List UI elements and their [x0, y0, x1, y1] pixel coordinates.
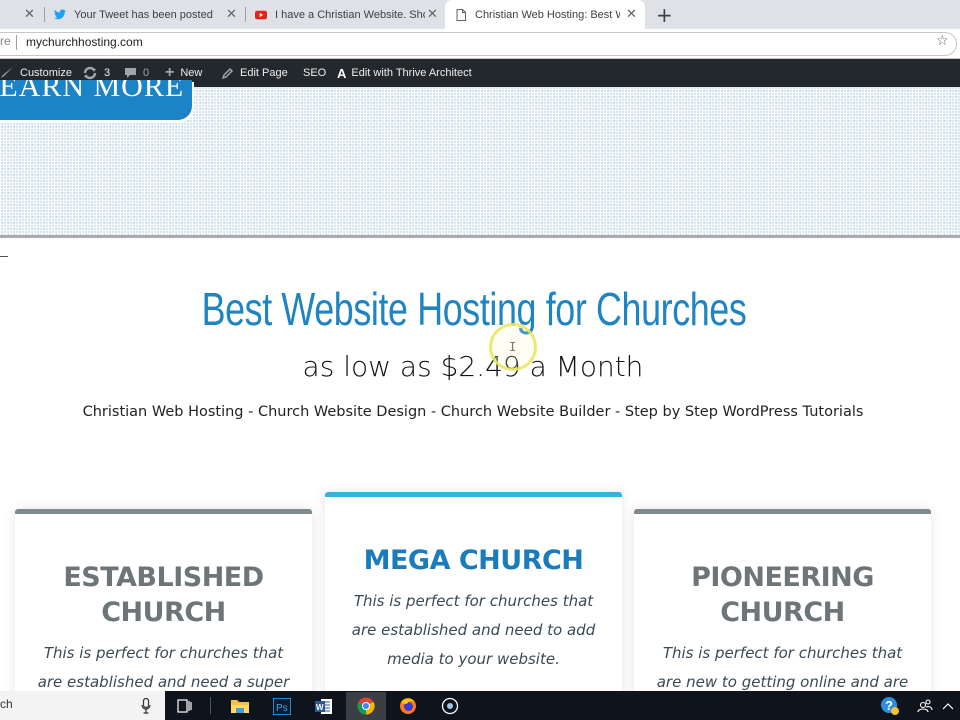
word-icon: W	[315, 698, 332, 714]
page-title: Best Website Hosting for Churches	[201, 283, 747, 335]
updates-count: 3	[104, 67, 111, 79]
close-tab-icon[interactable]: ✕	[226, 6, 237, 22]
text-cursor-icon: I	[509, 340, 517, 354]
pencil-icon	[221, 67, 234, 80]
tab-twitter[interactable]: Your Tweet has been posted! ✕	[54, 0, 244, 29]
tab-separator	[44, 7, 45, 22]
firefox-icon	[400, 698, 416, 714]
photoshop-icon: Ps	[273, 697, 291, 715]
new-tab-button[interactable]: +	[656, 3, 673, 27]
card-accent-bar	[325, 492, 622, 497]
paintbrush-icon	[0, 66, 14, 80]
hero-divider	[0, 235, 960, 238]
thrive-architect-icon: A	[337, 65, 347, 81]
microphone-icon[interactable]	[141, 697, 151, 714]
tab-0[interactable]: ✕	[0, 0, 40, 29]
tab-youtube[interactable]: I have a Christian Website. Should ✕	[255, 0, 445, 29]
edit-page-link[interactable]: Edit Page	[221, 59, 288, 87]
tab-title: I have a Christian Website. Should	[275, 8, 425, 21]
close-tab-icon[interactable]: ✕	[24, 6, 35, 22]
file-explorer-button[interactable]	[220, 692, 260, 720]
cortana-icon	[441, 697, 459, 715]
close-tab-icon[interactable]: ✕	[427, 6, 438, 22]
comments-count: 0	[143, 67, 150, 79]
seo-label: SEO	[303, 67, 327, 79]
tab-title: Christian Web Hosting: Best Web	[475, 8, 620, 21]
learn-more-label: LEARN MORE	[0, 80, 185, 103]
price-subtitle: as low as $2.49 a Month	[302, 350, 644, 383]
learn-more-button[interactable]: LEARN MORE	[0, 80, 192, 120]
page-icon	[455, 8, 467, 21]
address-url[interactable]: mychurchhosting.com	[26, 35, 143, 49]
youtube-icon	[255, 9, 267, 21]
plan-title: PIONEERING CHURCH	[634, 560, 931, 630]
card-accent-bar	[15, 509, 312, 514]
task-view-button[interactable]	[165, 692, 205, 720]
tab-active-church-hosting[interactable]: Christian Web Hosting: Best Web ✕	[445, 0, 645, 29]
plan-card-established: ESTABLISHED CHURCH This is perfect for c…	[15, 509, 312, 709]
twitter-bird-icon	[54, 9, 66, 21]
taskbar-search-text[interactable]: ch	[0, 697, 13, 711]
tab-title: Your Tweet has been posted!	[74, 8, 214, 21]
plan-title: MEGA CHURCH	[325, 543, 622, 578]
help-tray-button[interactable]: ?	[870, 692, 910, 720]
thrive-architect-link[interactable]: A Edit with Thrive Architect	[337, 59, 472, 87]
bookmark-star-icon[interactable]: ☆	[936, 33, 949, 49]
thrive-label: Edit with Thrive Architect	[351, 67, 472, 79]
chevron-up-icon	[942, 703, 953, 710]
photoshop-button[interactable]: Ps	[262, 692, 302, 720]
address-bar[interactable]	[0, 32, 957, 56]
plan-title-line2: CHURCH	[720, 597, 845, 628]
show-hidden-icons-button[interactable]	[935, 692, 960, 720]
refresh-icon	[82, 66, 98, 80]
people-icon	[917, 699, 933, 713]
seo-menu[interactable]: SEO	[303, 59, 326, 87]
tagline-links: Christian Web Hosting - Church Website D…	[82, 404, 864, 420]
word-button[interactable]: W	[304, 692, 344, 720]
firefox-button[interactable]	[388, 692, 428, 720]
edit-page-label: Edit Page	[240, 67, 288, 79]
plan-title-line1: ESTABLISHED	[63, 562, 264, 593]
plan-title-line1: MEGA CHURCH	[363, 545, 584, 576]
plan-description: This is perfect for churches that are ne…	[656, 644, 909, 691]
cortana-button[interactable]	[430, 692, 470, 720]
new-label: New	[180, 67, 203, 79]
security-indicator[interactable]: re	[0, 34, 11, 48]
taskbar-separator	[210, 697, 211, 714]
svg-text:W: W	[316, 703, 324, 712]
plan-description: This is perfect for churches that are es…	[351, 592, 596, 668]
plan-card-mega: MEGA CHURCH This is perfect for churches…	[325, 492, 622, 712]
divider-dash	[0, 256, 8, 257]
plan-title: ESTABLISHED CHURCH	[15, 560, 312, 630]
card-accent-bar	[634, 509, 931, 514]
close-tab-icon[interactable]: ✕	[626, 6, 637, 22]
folder-icon	[231, 700, 249, 713]
plan-title-line2: CHURCH	[101, 597, 226, 628]
help-icon: ?	[881, 697, 899, 715]
plan-description: This is perfect for churches that are es…	[37, 644, 290, 691]
chrome-icon	[357, 697, 375, 715]
chrome-button[interactable]	[346, 692, 386, 720]
customize-label: Customize	[20, 67, 72, 79]
comment-bubble-icon	[124, 67, 137, 80]
task-view-icon	[177, 699, 192, 713]
plan-title-line1: PIONEERING	[691, 562, 874, 593]
browser-toolbar	[0, 29, 960, 59]
plan-card-pioneering: PIONEERING CHURCH This is perfect for ch…	[634, 509, 931, 709]
tab-separator	[245, 7, 246, 22]
address-separator	[16, 35, 17, 50]
svg-text:Ps: Ps	[276, 703, 288, 714]
